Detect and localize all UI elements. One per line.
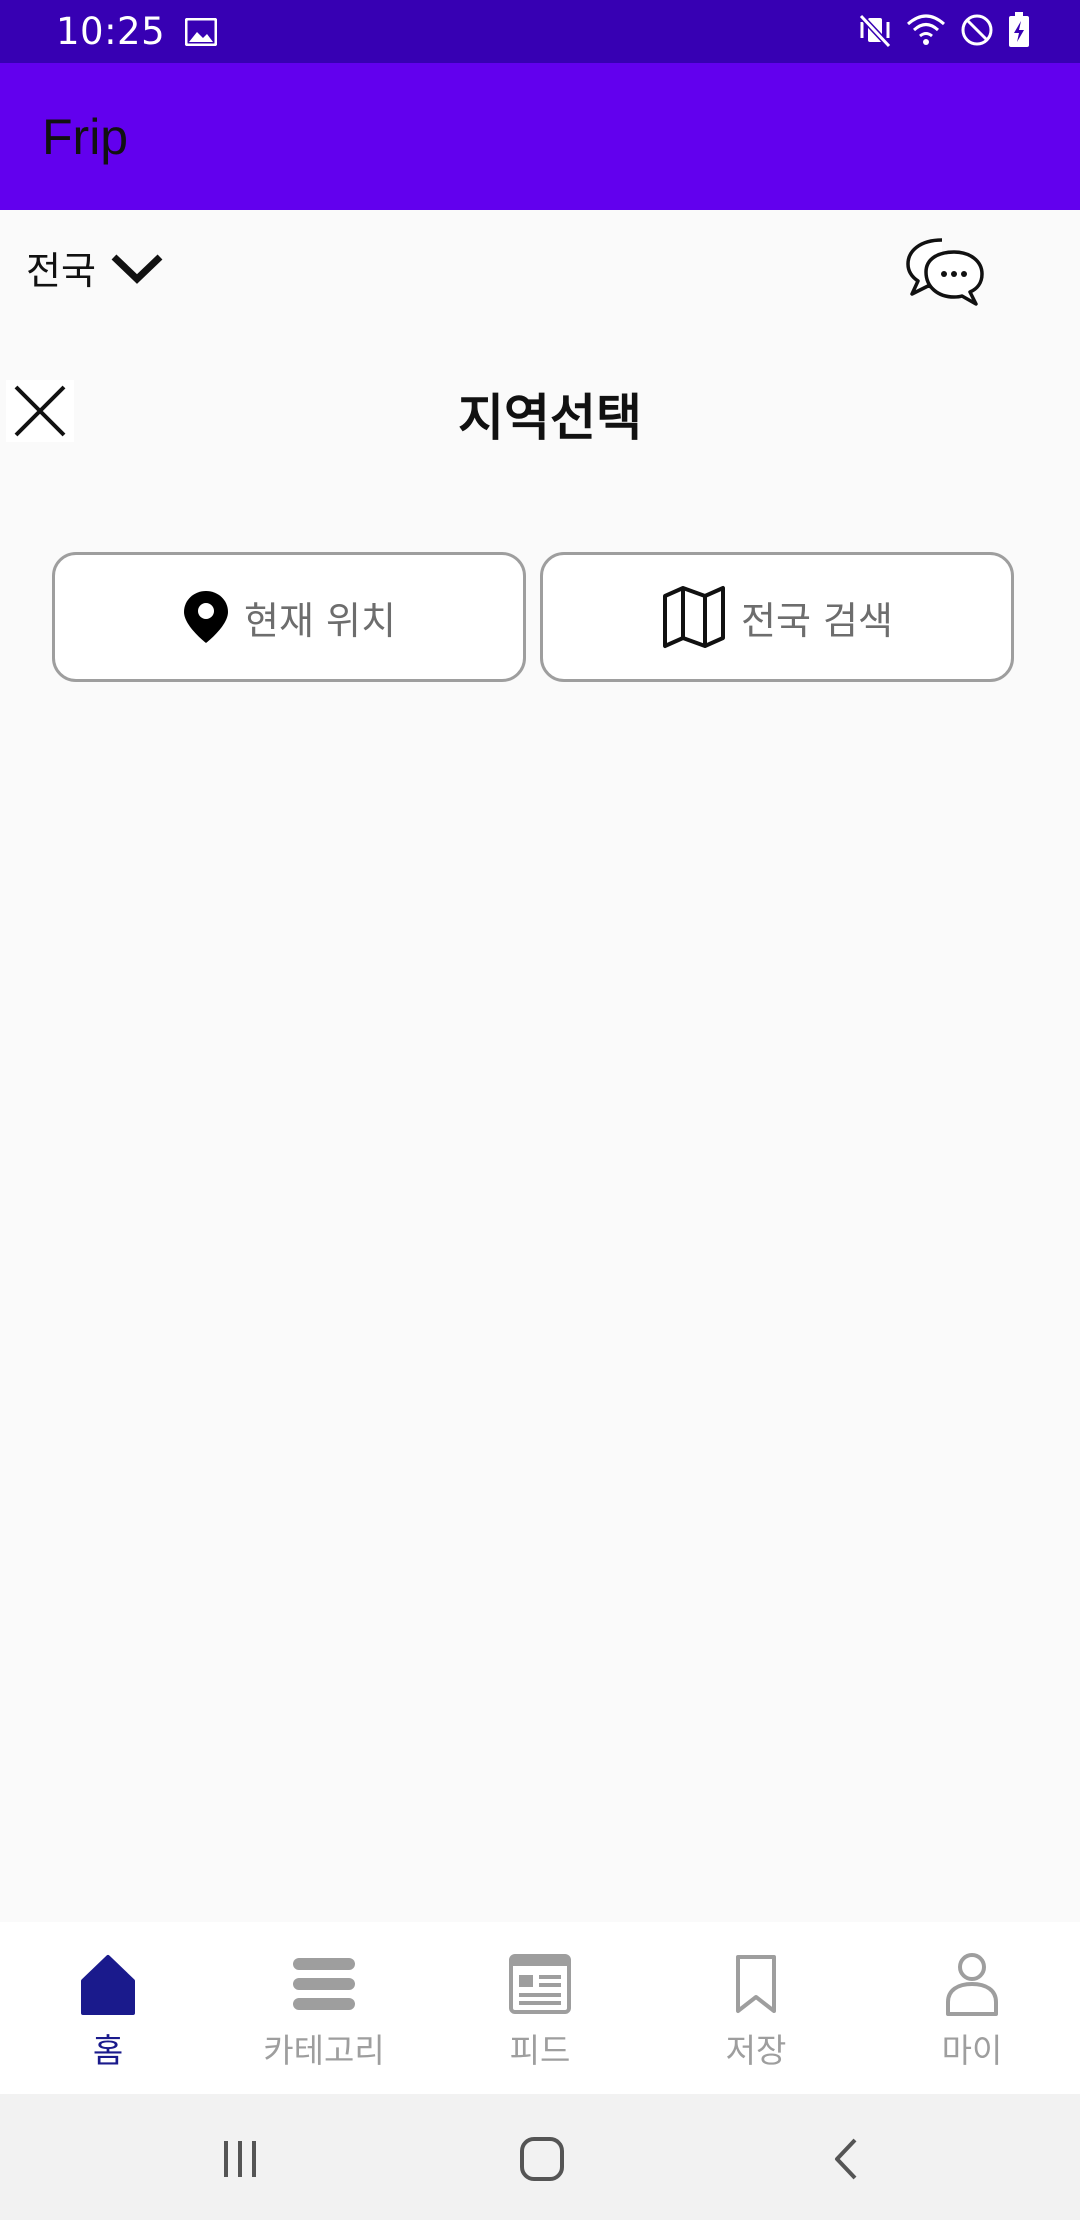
current-location-button[interactable]: 현재 위치	[52, 552, 526, 682]
nationwide-search-button[interactable]: 전국 검색	[540, 552, 1014, 682]
back-icon	[835, 2138, 857, 2180]
bookmark-icon	[736, 1955, 776, 2013]
back-button[interactable]	[816, 2134, 876, 2184]
status-time: 10:25	[56, 10, 166, 53]
feed-icon	[509, 1954, 571, 2014]
mute-vibrate-icon	[858, 13, 892, 48]
region-label: 전국	[26, 249, 96, 293]
recents-icon	[224, 2141, 256, 2177]
category-icon	[293, 1958, 355, 2010]
status-bar: 10:25	[0, 0, 1080, 63]
recents-button[interactable]	[210, 2134, 270, 2184]
nav-my[interactable]: 마이	[864, 1922, 1080, 2094]
nationwide-search-label: 전국 검색	[741, 598, 893, 643]
current-location-label: 현재 위치	[244, 598, 396, 643]
nav-label-category: 카테고리	[263, 2031, 385, 2070]
nav-home[interactable]: 홈	[0, 1922, 216, 2094]
bottom-nav: 홈 카테고리 피드 저장 마이	[0, 1922, 1080, 2094]
nav-feed[interactable]: 피드	[432, 1922, 648, 2094]
location-pin-icon	[184, 591, 229, 643]
app-title: Frip	[42, 108, 129, 165]
nav-label-home: 홈	[92, 2031, 124, 2070]
nav-label-my: 마이	[941, 2031, 1003, 2070]
nav-label-saved: 저장	[725, 2031, 787, 2070]
screen: 10:25 Frip 전국 지역선택 현재 위치 전국 검색 홈 카테고리 피드…	[0, 0, 1080, 2220]
home-system-button[interactable]	[512, 2134, 572, 2184]
region-selector[interactable]: 전국	[26, 240, 164, 295]
nav-category[interactable]: 카테고리	[216, 1922, 432, 2094]
do-not-disturb-icon	[961, 14, 993, 46]
map-icon	[663, 586, 726, 648]
region-sheet-header: 지역선택	[0, 370, 1080, 450]
home-square-icon	[520, 2137, 564, 2181]
status-icons	[858, 12, 1030, 48]
person-icon	[946, 1953, 998, 2016]
system-nav-bar	[0, 2094, 1080, 2220]
chat-bubbles-icon[interactable]	[902, 234, 986, 310]
chevron-down-icon	[111, 253, 163, 284]
nav-label-feed: 피드	[509, 2031, 571, 2070]
app-bar: Frip	[0, 63, 1080, 210]
nav-saved[interactable]: 저장	[648, 1922, 864, 2094]
home-icon	[81, 1955, 135, 2015]
wifi-icon	[907, 14, 945, 45]
sheet-title: 지역선택	[458, 389, 642, 447]
image-icon	[185, 17, 218, 46]
region-row: 전국	[0, 210, 1080, 320]
battery-charging-icon	[1009, 12, 1029, 47]
